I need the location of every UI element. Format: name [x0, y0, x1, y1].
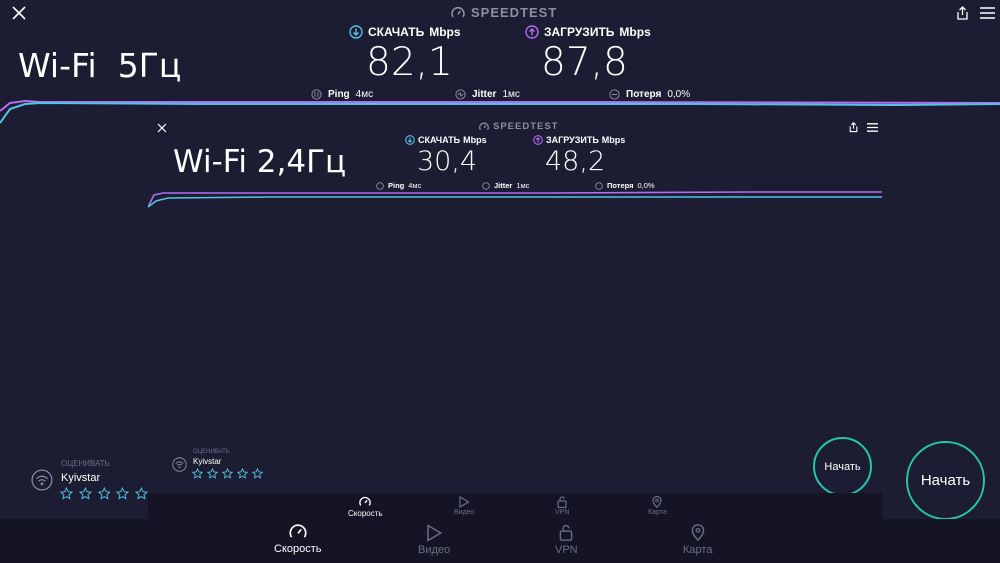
- star-icon[interactable]: [237, 468, 248, 479]
- inner-speedtest-logo: SPEEDTEST: [479, 121, 559, 132]
- menu-button[interactable]: [977, 3, 997, 23]
- inner-nav-map[interactable]: Карта: [648, 496, 667, 516]
- wifi-icon: [31, 469, 53, 491]
- close-button[interactable]: [8, 4, 30, 22]
- inner-download-value: 30,4: [417, 146, 478, 177]
- menu-icon: [979, 7, 995, 19]
- share-icon: [956, 5, 968, 20]
- star-icon[interactable]: [135, 486, 148, 501]
- star-icon[interactable]: [78, 486, 92, 501]
- speedometer-icon: [451, 6, 465, 17]
- download-header: СКАЧАТЬ Mbps: [349, 25, 461, 39]
- start-label: Начать: [920, 472, 971, 489]
- rate-label: ОЦЕНИВАТЬ: [61, 459, 110, 468]
- inner-nav-video-label: Видео: [454, 509, 475, 516]
- inner-nav-video[interactable]: Видео: [454, 496, 474, 516]
- upload-label: ЗАГРУЗИТЬ: [544, 25, 615, 39]
- inner-upload-unit: Mbps: [601, 135, 626, 145]
- menu-icon: [866, 122, 878, 132]
- upload-header: ЗАГРУЗИТЬ Mbps: [525, 25, 651, 39]
- download-label: СКАЧАТЬ: [368, 25, 425, 39]
- download-arrow-icon: [405, 135, 415, 145]
- inner-rating-stars[interactable]: [192, 468, 263, 479]
- nav-vpn-label: VPN: [555, 544, 578, 556]
- speedometer-icon: [289, 524, 307, 538]
- inner-brand-label: SPEEDTEST: [493, 121, 559, 132]
- brand-label: SPEEDTEST: [471, 5, 558, 20]
- inner-upload-graph-line: [148, 191, 882, 208]
- bottom-nav-bar: Скорость Видео VPN Карта: [0, 519, 1000, 563]
- download-arrow-icon: [349, 25, 363, 39]
- star-icon[interactable]: [252, 468, 263, 479]
- star-icon[interactable]: [97, 486, 111, 501]
- inner-upload-label: ЗАГРУЗИТЬ: [546, 135, 599, 145]
- close-icon: [12, 6, 26, 20]
- download-unit: Mbps: [429, 25, 461, 39]
- upload-arrow-icon: [533, 135, 543, 145]
- star-icon[interactable]: [222, 468, 233, 479]
- play-icon: [427, 524, 443, 542]
- lock-icon: [557, 496, 567, 508]
- inner-menu-button[interactable]: [865, 120, 879, 134]
- map-pin-icon: [652, 496, 662, 508]
- close-icon: [157, 123, 167, 133]
- upload-arrow-icon: [525, 25, 539, 39]
- inner-nav-map-label: Карта: [648, 509, 667, 516]
- play-icon: [459, 496, 470, 508]
- inner-nav-speed-label: Скорость: [348, 509, 383, 518]
- speedtest-logo: SPEEDTEST: [451, 5, 557, 20]
- inner-download-graph-line: [148, 196, 882, 208]
- speedometer-icon: [479, 122, 489, 130]
- star-icon[interactable]: [192, 468, 203, 479]
- inner-download-label: СКАЧАТЬ: [418, 135, 461, 145]
- inner-start-label: Начать: [824, 460, 861, 473]
- nav-vpn[interactable]: VPN: [555, 523, 578, 556]
- nav-speed[interactable]: Скорость: [274, 523, 322, 555]
- inner-nav-bar: Скорость Видео VPN Карта: [148, 493, 882, 519]
- inner-screenshot: SPEEDTEST Wi-Fi 2,4Гц СКАЧАТЬ Mbps 30,4 …: [148, 113, 882, 519]
- download-value: 82,1: [366, 40, 453, 85]
- inner-close-button[interactable]: [155, 121, 169, 135]
- rating-stars[interactable]: [60, 486, 148, 501]
- inner-download-header: СКАЧАТЬ Mbps: [405, 135, 487, 145]
- nav-video[interactable]: Видео: [418, 524, 450, 556]
- nav-video-label: Видео: [418, 544, 451, 556]
- inner-start-button[interactable]: Начать: [813, 437, 872, 496]
- start-button[interactable]: Начать: [906, 441, 985, 520]
- nav-map-label: Карта: [683, 544, 713, 556]
- inner-network-title: Wi-Fi 2,4Гц: [173, 144, 347, 180]
- share-icon: [849, 121, 857, 132]
- inner-rate-label: ОЦЕНИВАТЬ: [193, 449, 230, 455]
- inner-provider-name: Kyivstar: [193, 457, 222, 466]
- network-title: Wi-Fi 5Гц: [18, 46, 182, 85]
- star-icon[interactable]: [60, 486, 73, 501]
- lock-icon: [560, 524, 573, 541]
- upload-unit: Mbps: [619, 25, 651, 39]
- inner-upload-value: 48,2: [545, 146, 606, 177]
- inner-nav-vpn[interactable]: VPN: [555, 496, 569, 516]
- star-icon[interactable]: [207, 468, 218, 479]
- inner-nav-speed[interactable]: Скорость: [348, 496, 383, 518]
- upload-value: 87,8: [541, 40, 628, 85]
- share-button[interactable]: [952, 3, 972, 23]
- nav-speed-label: Скорость: [274, 543, 322, 555]
- nav-map[interactable]: Карта: [683, 523, 712, 556]
- inner-speed-graph: [148, 191, 882, 208]
- provider-name: Kyivstar: [61, 472, 101, 484]
- inner-upload-header: ЗАГРУЗИТЬ Mbps: [533, 135, 625, 145]
- speedometer-icon: [359, 496, 372, 506]
- star-icon[interactable]: [116, 486, 130, 501]
- inner-nav-vpn-label: VPN: [555, 509, 570, 516]
- wifi-icon: [172, 457, 187, 472]
- map-pin-icon: [691, 524, 705, 542]
- inner-share-button[interactable]: [846, 120, 860, 134]
- inner-download-unit: Mbps: [463, 135, 487, 145]
- upload-graph-line: [0, 99, 1000, 112]
